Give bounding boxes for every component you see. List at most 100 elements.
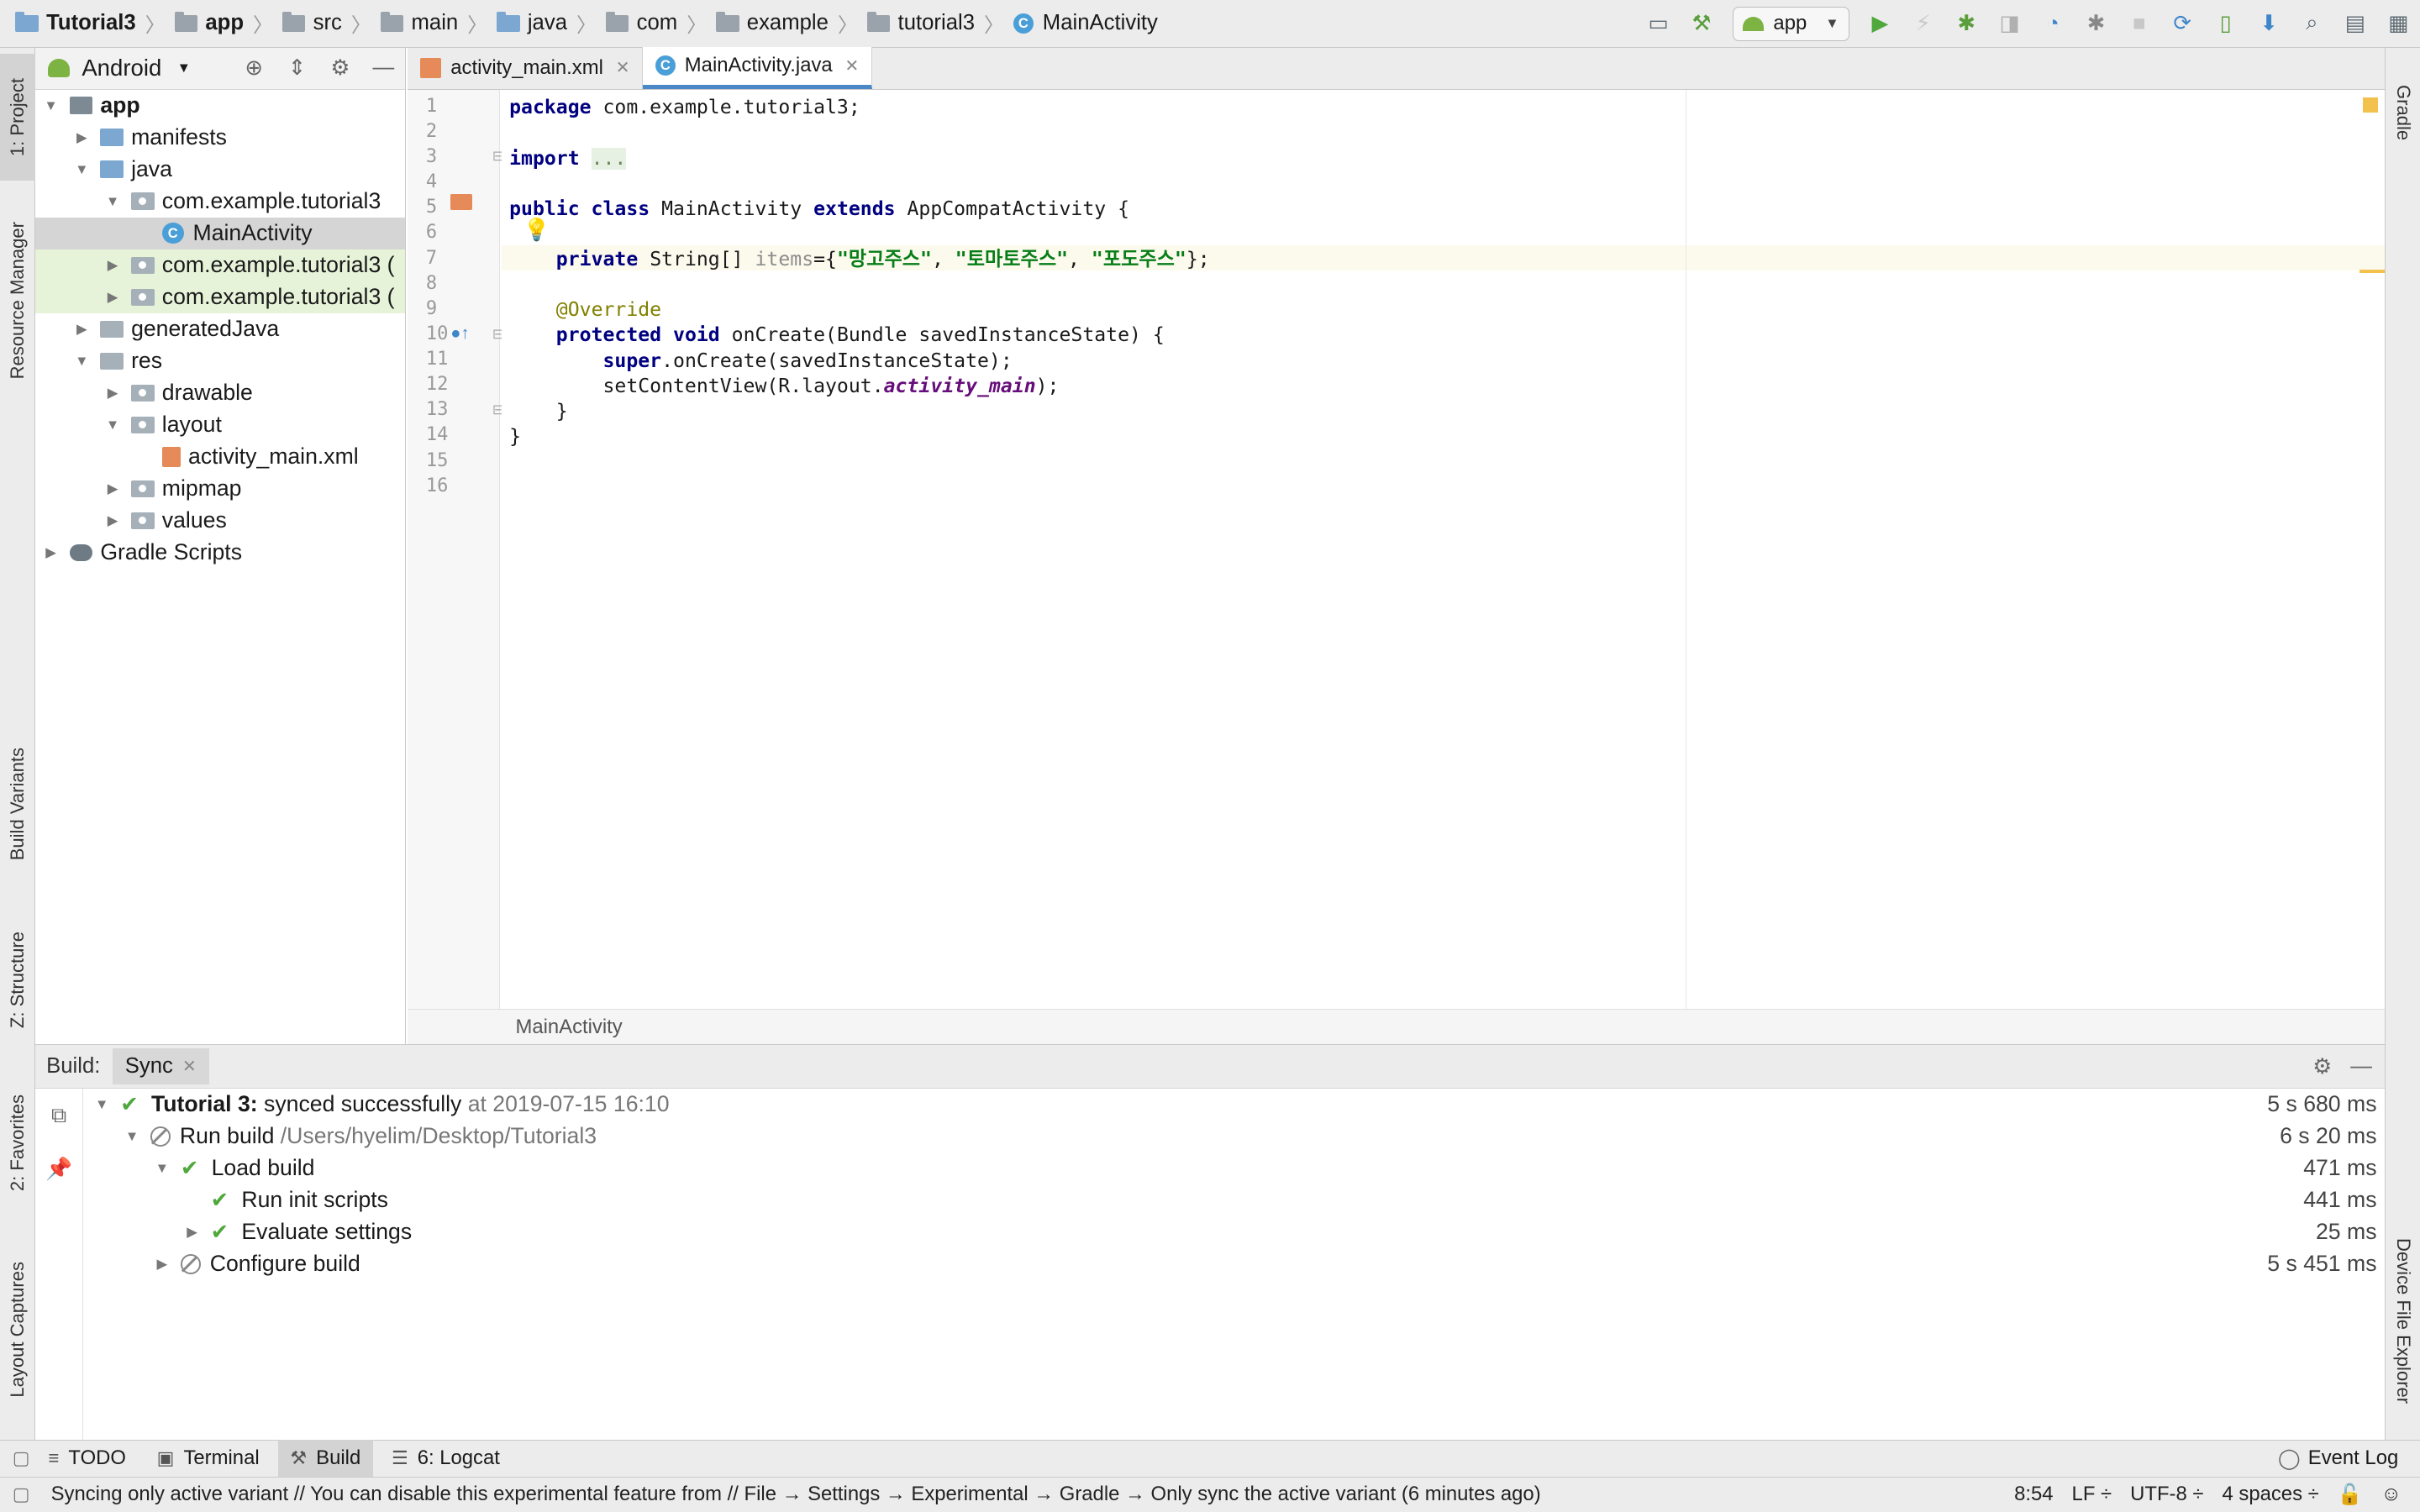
tool-tab-build-variants[interactable]: Build Variants	[0, 727, 35, 881]
breadcrumb-item-example[interactable]: example	[716, 11, 829, 35]
expand-arrow-icon[interactable]: ▼	[71, 161, 92, 178]
tool-tab-terminal[interactable]: ▣ Terminal	[145, 1440, 271, 1477]
locate-target-icon[interactable]: ⊕	[241, 55, 266, 81]
status-toggle-icon[interactable]: ▢	[13, 1483, 30, 1505]
breadcrumb-item-module[interactable]: app	[174, 11, 244, 35]
build-row[interactable]: ▼ Run build/Users/hyelim/Desktop/Tutorial…	[83, 1121, 2385, 1152]
event-log-button[interactable]: ◯ Event Log	[2278, 1446, 2398, 1471]
collapse-arrow-icon[interactable]: ▶	[102, 257, 124, 274]
tree-item[interactable]: ▼ java	[35, 154, 405, 186]
file-encoding[interactable]: UTF-8 ÷	[2130, 1483, 2203, 1506]
chevron-down-icon[interactable]: ▼	[177, 60, 191, 76]
restore-layout-icon[interactable]: ⧉	[35, 1104, 82, 1129]
breadcrumb-item-com[interactable]: com	[605, 11, 677, 35]
tool-tab-favorites[interactable]: 2: Favorites	[0, 1074, 35, 1212]
collapse-arrow-icon[interactable]: ▶	[102, 289, 124, 306]
tree-item[interactable]: C MainActivity	[35, 217, 406, 249]
code-editor[interactable]: 💡 package com.example.tutorial3; import …	[501, 89, 2385, 1010]
expand-arrow-icon[interactable]: ▼	[40, 97, 62, 114]
minimize-icon[interactable]: —	[371, 55, 396, 81]
build-row[interactable]: ▶ ✔ Evaluate settings 25 ms	[83, 1216, 2385, 1248]
make-project-hammer-icon[interactable]: ⚒	[1685, 7, 1718, 40]
collapse-arrow-icon[interactable]: ▶	[102, 385, 124, 402]
tree-item[interactable]: ▶ drawable	[35, 377, 405, 409]
pin-icon[interactable]: 📌	[35, 1157, 82, 1182]
breadcrumb-item-mainactivity[interactable]: C MainActivity	[1013, 11, 1158, 35]
apply-changes-icon[interactable]: ⚡	[1907, 7, 1940, 40]
caret-position[interactable]: 8:54	[2014, 1483, 2053, 1506]
warning-stripe[interactable]	[2360, 270, 2385, 274]
tool-tab-gradle[interactable]: Gradle	[2386, 66, 2420, 159]
build-row[interactable]: ✔ Run init scripts 441 ms	[83, 1184, 2385, 1216]
indent-setting[interactable]: 4 spaces ÷	[2223, 1483, 2319, 1506]
run-play-icon[interactable]: ▶	[1863, 7, 1897, 40]
breadcrumb-item-tutorial3[interactable]: tutorial3	[866, 11, 975, 35]
expand-arrow-icon[interactable]: ▼	[102, 193, 124, 210]
tab-sync[interactable]: Sync ✕	[113, 1047, 209, 1085]
tool-tab-project[interactable]: 1: Project	[0, 54, 36, 181]
tree-item[interactable]: ▶ com.example.tutorial3 (	[35, 249, 406, 281]
build-row[interactable]: ▶ Configure build 5 s 451 ms	[83, 1248, 2385, 1280]
tree-item[interactable]: ▶ com.example.tutorial3 (	[35, 281, 406, 313]
build-row[interactable]: ▼ ✔ Tutorial 3: synced successfully at 2019…	[83, 1089, 2385, 1121]
editor-breadcrumb-item[interactable]: MainActivity	[515, 1016, 622, 1039]
warning-marker[interactable]	[2362, 97, 2379, 113]
collapse-arrow-icon[interactable]: ▶	[71, 321, 92, 338]
gear-icon[interactable]: ⚙	[2312, 1054, 2332, 1079]
run-configuration-select[interactable]: app ▼	[1732, 7, 1849, 41]
tree-item[interactable]: ▶ manifests	[35, 122, 405, 154]
hector-icon[interactable]: ☺	[2381, 1483, 2402, 1506]
minimize-icon[interactable]: —	[2350, 1054, 2372, 1079]
tool-tab-logcat[interactable]: ☰ 6: Logcat	[379, 1440, 512, 1477]
tool-tab-device-file-explorer[interactable]: Device File Explorer	[2386, 1221, 2420, 1421]
line-separator[interactable]: LF ÷	[2072, 1483, 2112, 1506]
gradle-sync-icon[interactable]: ⟳	[2165, 7, 2199, 40]
close-icon[interactable]: ✕	[182, 1056, 197, 1077]
tool-tab-structure[interactable]: Z: Structure	[0, 909, 35, 1051]
debug-bug-icon[interactable]: ✱	[1949, 7, 1983, 40]
tool-tab-todo[interactable]: ≡ TODO	[36, 1440, 139, 1477]
collapse-arrow-icon[interactable]: ▶	[151, 1256, 173, 1273]
collapse-arrow-icon[interactable]: ▶	[71, 129, 92, 146]
lock-icon[interactable]: 🔓	[2338, 1483, 2363, 1507]
close-icon[interactable]: ✕	[616, 57, 630, 78]
tool-tab-build[interactable]: ⚒ Build	[277, 1440, 373, 1478]
stop-icon[interactable]: ■	[2123, 7, 2156, 40]
tree-item[interactable]: ▶ Gradle Scripts	[35, 537, 405, 569]
tree-item[interactable]: ▼ layout	[35, 409, 405, 441]
project-structure-icon[interactable]: ▤	[2338, 7, 2372, 40]
tree-item[interactable]: ▼ res	[35, 345, 405, 377]
expand-arrow-icon[interactable]: ▼	[151, 1160, 173, 1177]
layout-inspector-icon[interactable]: ▦	[2381, 7, 2415, 40]
breadcrumb-item-project[interactable]: Tutorial3	[15, 11, 136, 35]
search-icon[interactable]: ⌕	[2295, 7, 2328, 40]
status-message[interactable]: Syncing only active variant // You can d…	[51, 1483, 1541, 1506]
toggle-tool-windows-icon[interactable]: ▢	[13, 1447, 30, 1469]
tree-item[interactable]: ▼ com.example.tutorial3	[35, 186, 405, 218]
tab-activity-main-xml[interactable]: activity_main.xml ✕	[408, 46, 644, 89]
tree-item[interactable]: ▶ values	[35, 505, 405, 537]
tree-item[interactable]: activity_main.xml	[35, 441, 405, 473]
debug-attach-icon[interactable]: ✱	[2079, 7, 2112, 40]
tool-tab-layout-captures[interactable]: Layout Captures	[0, 1245, 35, 1415]
profile-gauge-icon[interactable]: ◔	[2036, 7, 2070, 40]
sdk-manager-icon[interactable]: ⬇	[2252, 7, 2286, 40]
breadcrumb-item-java[interactable]: java	[497, 11, 567, 35]
project-view-mode-select[interactable]: Android	[82, 55, 161, 81]
collapse-arrow-icon[interactable]: ▶	[102, 480, 124, 497]
collapse-arrow-icon[interactable]: ▶	[102, 512, 124, 529]
device-manager-icon[interactable]: ▭	[1641, 7, 1675, 40]
tab-mainactivity-java[interactable]: C MainActivity.java ✕	[643, 46, 872, 89]
breadcrumb-item-src[interactable]: src	[281, 11, 342, 35]
tree-item[interactable]: ▼ app	[35, 90, 405, 122]
gear-icon[interactable]: ⚙	[328, 55, 352, 81]
attach-debugger-icon[interactable]: ◨	[1992, 7, 2026, 40]
collapse-all-icon[interactable]: ⇕	[285, 55, 309, 81]
build-row[interactable]: ▼ ✔ Load build 471 ms	[83, 1152, 2385, 1184]
collapse-arrow-icon[interactable]: ▶	[182, 1224, 203, 1241]
collapse-arrow-icon[interactable]: ▶	[40, 544, 62, 561]
expand-arrow-icon[interactable]: ▼	[121, 1128, 143, 1145]
tool-tab-resource-manager[interactable]: Resource Manager	[0, 202, 35, 400]
avd-manager-icon[interactable]: ▯	[2208, 7, 2242, 40]
tree-item[interactable]: ▶ mipmap	[35, 473, 405, 505]
